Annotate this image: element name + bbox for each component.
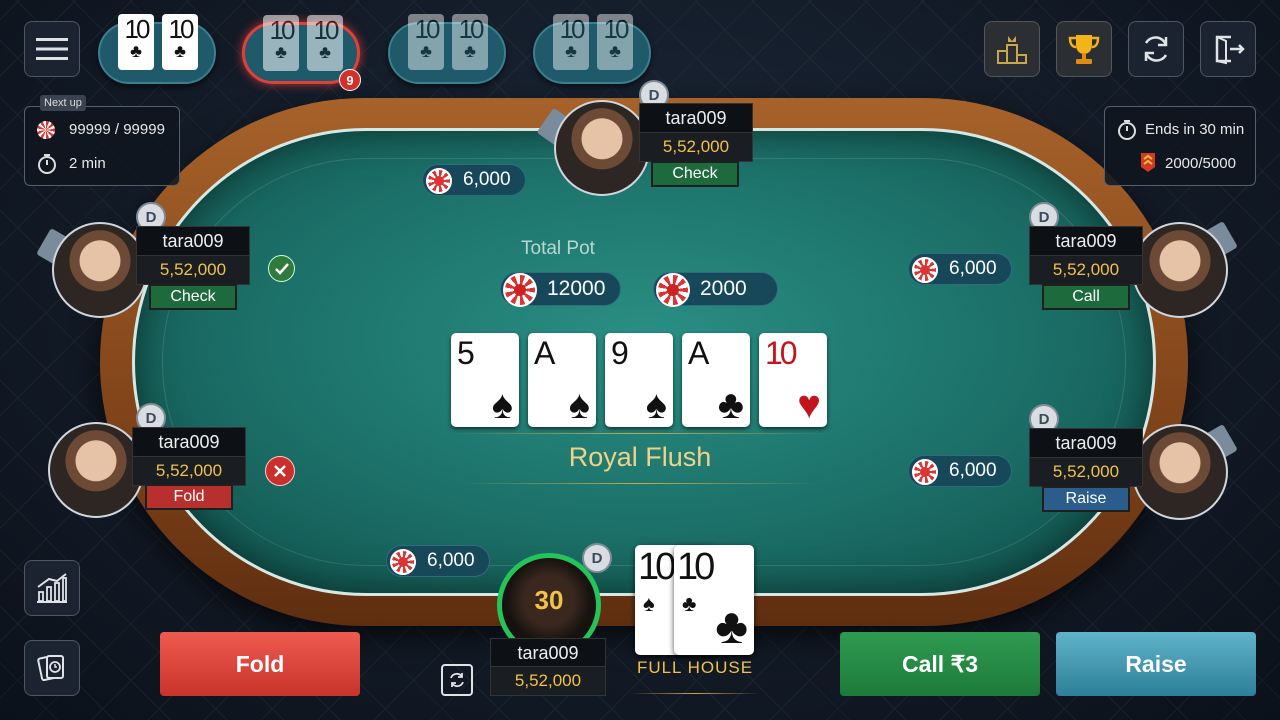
blinds-value: 99999 / 99999 (69, 121, 165, 138)
rotate-seat-icon (450, 672, 464, 688)
chip-icon (503, 273, 537, 307)
divider (630, 693, 760, 694)
mini-card: 10 ♣ (597, 14, 633, 70)
next-up-label: Next up (40, 95, 86, 111)
community-card: 10 ♥ (759, 333, 827, 427)
mini-card: 10 ♣ (452, 14, 488, 70)
player-chips: 5,52,000 (136, 255, 250, 285)
call-button[interactable]: Call ₹3 (840, 632, 1040, 696)
trophy-icon (1068, 35, 1100, 64)
avatar (1132, 222, 1228, 318)
player-name: tara009 (490, 638, 606, 668)
turn-timer: 30 (534, 585, 564, 615)
hero-hand-label: FULL HOUSE (636, 658, 754, 677)
hole-card: 10 ♣ ♣ (674, 545, 754, 655)
avatar (52, 222, 148, 318)
player-name: tara009 (639, 103, 753, 133)
player-action: Call (1042, 284, 1130, 310)
mini-card: 10 ♣ (162, 14, 198, 70)
avatar (554, 100, 650, 196)
player-action: Fold (145, 484, 233, 510)
player-chips: 5,52,000 (490, 666, 606, 696)
total-pot-label: Total Pot (521, 238, 595, 259)
player-chips: 5,52,000 (1029, 255, 1143, 285)
refresh-icon (1144, 36, 1168, 62)
player-action: Raise (1042, 486, 1130, 512)
player-bet: 6,000 (908, 253, 1012, 285)
table-switch-3[interactable]: 10 ♣ 10 ♣ (388, 14, 506, 84)
trophy-button[interactable] (1056, 21, 1112, 77)
raise-button[interactable]: Raise (1056, 632, 1256, 696)
tournament-ends: Ends in 30 min (1145, 121, 1245, 138)
refresh-button[interactable] (1128, 21, 1184, 77)
side-pot: 2000 (653, 272, 778, 307)
hand-result: Royal Flush (568, 442, 712, 472)
stopwatch-icon (1118, 120, 1136, 140)
rotate-seat-button[interactable] (441, 664, 473, 696)
podium-icon (997, 36, 1027, 64)
table-switch-4[interactable]: 10 ♣ 10 ♣ (533, 14, 651, 84)
table-switch-2[interactable]: 10 ♣ 10 ♣ 9 (242, 15, 361, 91)
community-card: 9 ♠ (605, 333, 673, 427)
avatar (48, 422, 144, 518)
checkmark-icon (268, 255, 295, 282)
hamburger-menu-icon (36, 38, 68, 60)
mini-card: 10 ♣ (118, 14, 154, 70)
player-action: Check (149, 284, 237, 310)
table-switch-1[interactable]: 10 ♣ 10 ♣ (98, 14, 216, 84)
tournament-rank: 2000/5000 (1165, 155, 1236, 172)
player-chips: 5,52,000 (132, 456, 246, 486)
player-action: Check (651, 161, 739, 187)
exit-button[interactable] (1200, 21, 1256, 77)
dealer-button: D (582, 543, 612, 573)
player-bet: 6,000 (422, 164, 526, 196)
divider (452, 433, 828, 434)
divider (462, 483, 818, 484)
community-card: A ♠ (528, 333, 596, 427)
player-chips: 5,52,000 (1029, 457, 1143, 487)
mini-card: 10 ♣ (307, 15, 343, 71)
close-icon (265, 456, 295, 486)
mini-card: 10 ♣ (263, 15, 299, 71)
blind-timer: 2 min (69, 155, 106, 172)
player-chips: 5,52,000 (639, 132, 753, 162)
mini-card: 10 ♣ (553, 14, 589, 70)
exit-icon (1215, 35, 1245, 65)
stats-button[interactable] (24, 560, 80, 616)
main-pot: 12000 (500, 272, 621, 307)
menu-button[interactable] (24, 21, 80, 77)
player-name: tara009 (1029, 428, 1143, 458)
rank-badge-icon (1141, 153, 1155, 172)
hero-bet: 6,000 (386, 545, 490, 577)
player-name: tara009 (132, 427, 246, 457)
side-pot-value: 2000 (700, 277, 747, 300)
hand-history-button[interactable] (24, 640, 80, 696)
notification-badge: 9 (339, 69, 361, 91)
leaderboard-button[interactable] (984, 21, 1040, 77)
stopwatch-icon (38, 154, 56, 174)
chip-icon (912, 257, 938, 283)
chip-icon (37, 121, 55, 139)
chip-icon (656, 273, 690, 307)
tournament-panel: Ends in 30 min 2000/5000 (1104, 106, 1256, 186)
stats-chart-icon (37, 573, 67, 603)
chip-icon (426, 168, 452, 194)
chip-icon (912, 459, 938, 485)
community-card: A ♣ (682, 333, 750, 427)
hand-history-icon (37, 654, 64, 682)
fold-button[interactable]: Fold (160, 632, 360, 696)
player-bet: 6,000 (908, 455, 1012, 487)
community-card: 5 ♠ (451, 333, 519, 427)
next-up-panel: 99999 / 99999 2 min (24, 106, 180, 186)
player-name: tara009 (136, 226, 250, 256)
main-pot-value: 12000 (547, 277, 606, 300)
chip-icon (390, 549, 416, 575)
player-name: tara009 (1029, 226, 1143, 256)
avatar (1132, 424, 1228, 520)
mini-card: 10 ♣ (408, 14, 444, 70)
